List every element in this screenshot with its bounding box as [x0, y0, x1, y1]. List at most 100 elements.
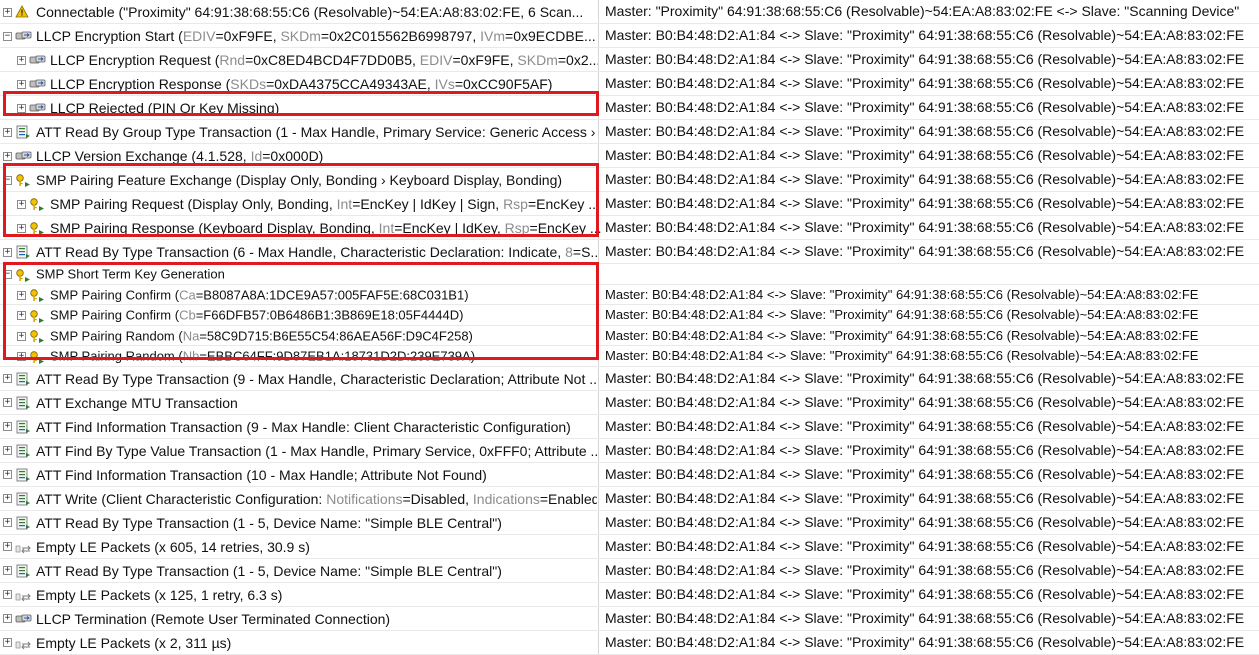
- table-row[interactable]: + LLCP Termination (Remote User Terminate…: [0, 606, 1259, 631]
- packet-summary-text: ATT Find By Type Value Transaction (1 - …: [36, 442, 597, 458]
- field-key: Indications: [472, 490, 540, 507]
- expand-toggle[interactable]: +: [3, 151, 12, 161]
- expand-toggle[interactable]: +: [3, 542, 12, 552]
- table-row[interactable]: + SMP Pairing Response (Keyboard Display,…: [0, 216, 1259, 240]
- packet-summary-cell[interactable]: + SMP Pairing Random (Na=58C9D715:B6E55C5…: [0, 326, 611, 346]
- packet-summary-cell[interactable]: + LLCP Encryption Request (Rnd=0xC8ED4BCD…: [0, 48, 611, 71]
- collapse-toggle[interactable]: −: [3, 175, 12, 185]
- table-row[interactable]: + SMP Pairing Confirm (Ca=B8087A8A:1DCE9A…: [0, 284, 1259, 305]
- table-row[interactable]: + LLCP Encryption Request (Rnd=0xC8ED4BCD…: [0, 48, 1259, 72]
- table-row[interactable]: + Empty LE Packets (x 2, 311 µs) Master: B…: [0, 630, 1259, 655]
- packet-summary-cell[interactable]: + ATT Read By Type Transaction (1 - 5, De…: [0, 559, 597, 582]
- packet-summary-cell[interactable]: + SMP Pairing Confirm (Cb=F66DFB57:0B6486…: [0, 305, 611, 325]
- table-row[interactable]: − SMP Pairing Feature Exchange (Display O…: [0, 168, 1259, 192]
- expand-toggle[interactable]: +: [3, 7, 12, 17]
- expand-toggle[interactable]: +: [17, 223, 26, 233]
- table-row[interactable]: + ATT Read By Type Transaction (1 - 5, De…: [0, 510, 1259, 535]
- expand-toggle[interactable]: +: [3, 247, 12, 257]
- expand-toggle[interactable]: +: [17, 352, 26, 362]
- packet-summary-cell[interactable]: + LLCP Encryption Response (SKDs=0xDA4375…: [0, 72, 611, 95]
- table-row[interactable]: − LLCP Encryption Start (EDIV=0xF9FE, SKD…: [0, 24, 1259, 48]
- packet-summary-text: SMP Pairing Feature Exchange (Display On…: [36, 172, 562, 188]
- packet-summary-cell[interactable]: + LLCP Rejected (PIN Or Key Missing): [0, 96, 611, 119]
- expand-toggle[interactable]: +: [17, 103, 26, 113]
- packet-summary-cell[interactable]: + Empty LE Packets (x 605, 14 retries, 30…: [0, 535, 597, 558]
- table-row[interactable]: + LLCP Encryption Response (SKDs=0xDA4375…: [0, 72, 1259, 96]
- packet-summary-cell[interactable]: + ATT Exchange MTU Transaction: [0, 391, 597, 414]
- packet-summary-cell[interactable]: + SMP Pairing Request (Display Only, Bond…: [0, 192, 611, 215]
- table-row[interactable]: + ATT Find Information Transaction (9 - M…: [0, 414, 1259, 439]
- table-row[interactable]: + SMP Pairing Random (Nb=EBBC64FF:9D87EB1…: [0, 346, 1259, 367]
- expand-toggle[interactable]: +: [3, 127, 12, 137]
- table-row[interactable]: + Connectable ("Proximity" 64:91:38:68:55…: [0, 0, 1259, 24]
- expand-toggle[interactable]: +: [17, 199, 26, 209]
- expand-toggle[interactable]: +: [17, 311, 26, 321]
- packet-summary-cell[interactable]: + ATT Find Information Transaction (9 - M…: [0, 415, 597, 438]
- packet-summary-cell[interactable]: + ATT Write (Client Characteristic Config…: [0, 487, 597, 510]
- field-text: LLCP Encryption Response (: [50, 75, 231, 92]
- table-row[interactable]: + LLCP Rejected (PIN Or Key Missing) Maste…: [0, 96, 1259, 120]
- packet-summary-cell[interactable]: + ATT Read By Group Type Transaction (1 -…: [0, 120, 597, 143]
- packet-summary-cell[interactable]: + ATT Find Information Transaction (10 - …: [0, 463, 597, 486]
- att-icon: [15, 516, 32, 530]
- field-key: Int: [336, 195, 353, 212]
- table-row[interactable]: + Empty LE Packets (x 125, 1 retry, 6.3 s…: [0, 582, 1259, 607]
- packet-summary-cell[interactable]: + ATT Read By Type Transaction (6 - Max H…: [0, 240, 597, 263]
- expand-toggle[interactable]: +: [17, 290, 26, 300]
- table-row[interactable]: + Empty LE Packets (x 605, 14 retries, 30…: [0, 534, 1259, 559]
- expand-toggle[interactable]: +: [3, 590, 12, 600]
- expand-toggle[interactable]: +: [17, 79, 26, 89]
- expand-toggle[interactable]: +: [3, 470, 12, 480]
- devices-cell: Master: B0:B4:48:D2:A1:84 <-> Slave: "Pr…: [598, 414, 1259, 438]
- packet-summary-cell[interactable]: + ATT Read By Type Transaction (9 - Max H…: [0, 367, 597, 390]
- table-row[interactable]: + ATT Find Information Transaction (10 - …: [0, 462, 1259, 487]
- packet-summary-cell[interactable]: + LLCP Termination (Remote User Terminate…: [0, 607, 597, 630]
- expand-toggle[interactable]: +: [3, 494, 12, 504]
- expand-toggle[interactable]: +: [3, 374, 12, 384]
- packet-summary-cell[interactable]: + SMP Pairing Response (Keyboard Display,…: [0, 216, 611, 239]
- table-row[interactable]: + SMP Pairing Request (Display Only, Bond…: [0, 192, 1259, 216]
- table-row[interactable]: + ATT Exchange MTU Transaction Master: B0:…: [0, 390, 1259, 415]
- field-text: Empty LE Packets (x 125, 1 retry, 6.3 s): [36, 586, 283, 603]
- expand-toggle[interactable]: +: [3, 518, 12, 528]
- table-row[interactable]: + ATT Write (Client Characteristic Config…: [0, 486, 1259, 511]
- packet-summary-text: ATT Find Information Transaction (9 - Ma…: [36, 418, 571, 434]
- table-row[interactable]: + ATT Read By Type Transaction (9 - Max H…: [0, 366, 1259, 391]
- collapse-toggle[interactable]: −: [3, 31, 12, 41]
- packet-summary-cell[interactable]: + SMP Pairing Confirm (Ca=B8087A8A:1DCE9A…: [0, 285, 611, 305]
- packet-summary-cell[interactable]: + LLCP Version Exchange (4.1.528, Id=0x00…: [0, 144, 597, 167]
- packet-summary-text: LLCP Termination (Remote User Terminated…: [36, 610, 390, 626]
- expand-toggle[interactable]: +: [17, 55, 26, 65]
- packet-summary-cell[interactable]: + Connectable ("Proximity" 64:91:38:68:55…: [0, 0, 597, 23]
- devices-cell: Master: B0:B4:48:D2:A1:84 <-> Slave: "Pr…: [598, 558, 1259, 582]
- packet-summary-cell[interactable]: + SMP Pairing Random (Nb=EBBC64FF:9D87EB1…: [0, 346, 611, 366]
- table-row[interactable]: + SMP Pairing Random (Na=58C9D715:B6E55C5…: [0, 325, 1259, 346]
- att-icon: [15, 372, 32, 386]
- collapse-toggle[interactable]: −: [3, 270, 12, 280]
- field-key: Int: [378, 219, 395, 236]
- packet-summary-cell[interactable]: − SMP Short Term Key Generation: [0, 264, 597, 284]
- table-row[interactable]: + ATT Find By Type Value Transaction (1 -…: [0, 438, 1259, 463]
- table-row[interactable]: + ATT Read By Group Type Transaction (1 -…: [0, 120, 1259, 144]
- packet-summary-cell[interactable]: − SMP Pairing Feature Exchange (Display O…: [0, 168, 597, 191]
- table-row[interactable]: − SMP Short Term Key Generation: [0, 264, 1259, 285]
- expand-toggle[interactable]: +: [17, 331, 26, 341]
- table-row[interactable]: + ATT Read By Type Transaction (6 - Max H…: [0, 240, 1259, 264]
- expand-toggle[interactable]: +: [3, 446, 12, 456]
- packet-summary-cell[interactable]: + ATT Find By Type Value Transaction (1 -…: [0, 439, 597, 462]
- packet-summary-cell[interactable]: + Empty LE Packets (x 2, 311 µs): [0, 631, 597, 654]
- field-text: SMP Pairing Confirm (: [50, 307, 180, 323]
- table-row[interactable]: + LLCP Version Exchange (4.1.528, Id=0x00…: [0, 144, 1259, 168]
- packet-summary-cell[interactable]: + Empty LE Packets (x 125, 1 retry, 6.3 s…: [0, 583, 597, 606]
- devices-cell: Master: B0:B4:48:D2:A1:84 <-> Slave: "Pr…: [598, 606, 1259, 630]
- expand-toggle[interactable]: +: [3, 566, 12, 576]
- packet-summary-cell[interactable]: + ATT Read By Type Transaction (1 - 5, De…: [0, 511, 597, 534]
- expand-toggle[interactable]: +: [3, 422, 12, 432]
- table-row[interactable]: + SMP Pairing Confirm (Cb=F66DFB57:0B6486…: [0, 305, 1259, 326]
- table-row[interactable]: + ATT Read By Type Transaction (1 - 5, De…: [0, 558, 1259, 583]
- expand-toggle[interactable]: +: [3, 614, 12, 624]
- expand-toggle[interactable]: +: [3, 398, 12, 408]
- expand-toggle[interactable]: +: [3, 638, 12, 648]
- empty-packets-icon: [15, 588, 32, 602]
- packet-summary-cell[interactable]: − LLCP Encryption Start (EDIV=0xF9FE, SKD…: [0, 24, 597, 47]
